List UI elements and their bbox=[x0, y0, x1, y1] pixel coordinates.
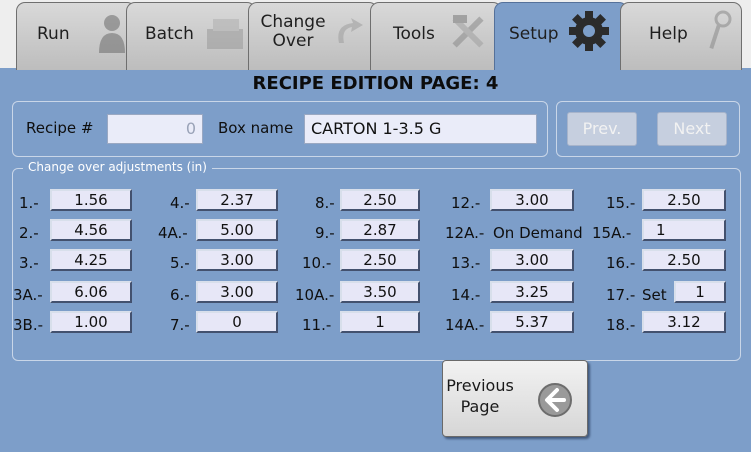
adjustment-label: 5.- bbox=[170, 254, 190, 272]
adjustment-label: 8.- bbox=[315, 194, 335, 212]
adjustment-field[interactable]: 6.06 bbox=[50, 281, 132, 303]
adjustment-field[interactable]: 1.56 bbox=[50, 189, 132, 211]
adjustment-label: 9.- bbox=[315, 224, 335, 242]
adjustment-label: 10A.- bbox=[295, 286, 335, 304]
recipe-group: Recipe # 0 Box name CARTON 1-3.5 G bbox=[12, 101, 548, 157]
adjustment-label: 15A.- bbox=[592, 224, 632, 242]
tab-run[interactable]: Run bbox=[16, 2, 136, 70]
adjustment-label: 1.- bbox=[19, 194, 39, 212]
tab-run-label: Run bbox=[37, 24, 70, 44]
gear-icon bbox=[569, 11, 609, 51]
tab-batch-label: Batch bbox=[145, 24, 194, 44]
adjustment-field[interactable]: 1 bbox=[642, 219, 726, 241]
tab-bar: Run Batch Change Over Tools Setup Help bbox=[0, 0, 751, 70]
adjustment-field[interactable]: 4.56 bbox=[50, 219, 132, 241]
change-over-icon bbox=[338, 18, 363, 43]
adjustment-text-value[interactable]: On Demand bbox=[493, 224, 583, 242]
tab-setup-label: Setup bbox=[509, 24, 559, 44]
adjustment-label: 14.- bbox=[451, 286, 481, 304]
adjustment-field[interactable]: 1 bbox=[674, 281, 726, 303]
previous-page-button[interactable]: Previous Page bbox=[442, 360, 588, 437]
adjustment-field[interactable]: 0 bbox=[196, 311, 278, 333]
adjustment-field[interactable]: 2.50 bbox=[340, 249, 420, 271]
tab-tools-label: Tools bbox=[393, 24, 435, 44]
adjustment-field[interactable]: 1 bbox=[340, 311, 420, 333]
adjustment-field[interactable]: 2.50 bbox=[340, 189, 420, 211]
box-name-label: Box name bbox=[218, 119, 294, 137]
adjustment-field[interactable]: 3.25 bbox=[490, 281, 574, 303]
tab-help[interactable]: Help bbox=[620, 2, 742, 70]
adjustment-label: 16.- bbox=[606, 254, 636, 272]
adjustment-field[interactable]: 5.00 bbox=[196, 219, 278, 241]
adjustment-field[interactable]: 5.37 bbox=[490, 311, 574, 333]
adjustment-field[interactable]: 2.37 bbox=[196, 189, 278, 211]
adjustment-label: 12.- bbox=[451, 194, 481, 212]
adjustment-field[interactable]: 3.00 bbox=[196, 281, 278, 303]
adjustment-label: 7.- bbox=[170, 316, 190, 334]
tab-setup[interactable]: Setup bbox=[494, 2, 628, 70]
adjustments-legend: Change over adjustments (in) bbox=[23, 160, 212, 174]
adjustment-label: 10.- bbox=[302, 254, 332, 272]
adjustment-label: 12A.- bbox=[445, 224, 485, 242]
adjustment-field[interactable]: 2.87 bbox=[340, 219, 420, 241]
adjustment-label: 18.- bbox=[606, 316, 636, 334]
adjustment-label: 11.- bbox=[302, 316, 332, 334]
adjustment-label: 4.- bbox=[170, 194, 190, 212]
adjustment-field[interactable]: 3.00 bbox=[490, 249, 574, 271]
adjustment-label: 13.- bbox=[451, 254, 481, 272]
previous-page-label: Previous Page bbox=[446, 376, 514, 416]
adjustment-field[interactable]: 3.50 bbox=[340, 281, 420, 303]
adjustment-field[interactable]: 2.50 bbox=[642, 189, 726, 211]
box-name-field[interactable]: CARTON 1-3.5 G bbox=[304, 114, 537, 144]
tools-icon bbox=[452, 15, 484, 48]
adjustment-set-prefix: Set bbox=[642, 286, 667, 304]
tab-batch[interactable]: Batch bbox=[126, 2, 256, 70]
recipe-number-label: Recipe # bbox=[26, 119, 94, 137]
stack-icon bbox=[207, 19, 243, 49]
adjustment-label: 3B.- bbox=[13, 316, 44, 334]
adjustment-field[interactable]: 3.12 bbox=[642, 311, 726, 333]
adjustment-label: 3.- bbox=[19, 254, 39, 272]
recipe-number-field[interactable]: 0 bbox=[107, 114, 203, 144]
page-title: RECIPE EDITION PAGE: 4 bbox=[252, 73, 499, 94]
adjustment-field[interactable]: 3.00 bbox=[196, 249, 278, 271]
person-icon bbox=[99, 15, 125, 53]
adjustment-label: 3A.- bbox=[13, 286, 43, 304]
adjustment-label: 6.- bbox=[170, 286, 190, 304]
back-arrow-icon bbox=[538, 383, 572, 417]
next-button[interactable]: Next bbox=[657, 112, 727, 146]
adjustment-field[interactable]: 4.25 bbox=[50, 249, 132, 271]
adjustment-label: 14A.- bbox=[445, 316, 485, 334]
tab-change-over[interactable]: Change Over bbox=[248, 2, 378, 70]
adjustment-label: 17.- bbox=[606, 286, 636, 304]
adjustment-field[interactable]: 2.50 bbox=[642, 249, 726, 271]
magnifier-icon bbox=[709, 10, 732, 50]
adjustment-field[interactable]: 3.00 bbox=[490, 189, 574, 211]
tab-change-over-label: Change Over bbox=[260, 12, 326, 51]
tab-tools[interactable]: Tools bbox=[370, 2, 502, 70]
adjustment-field[interactable]: 1.00 bbox=[50, 311, 132, 333]
adjustment-label: 2.- bbox=[19, 224, 39, 242]
tab-help-label: Help bbox=[649, 24, 688, 44]
prev-button[interactable]: Prev. bbox=[567, 112, 637, 146]
adjustment-label: 4A.- bbox=[158, 224, 188, 242]
adjustment-label: 15.- bbox=[606, 194, 636, 212]
navigation-group: Prev. Next bbox=[556, 101, 740, 157]
